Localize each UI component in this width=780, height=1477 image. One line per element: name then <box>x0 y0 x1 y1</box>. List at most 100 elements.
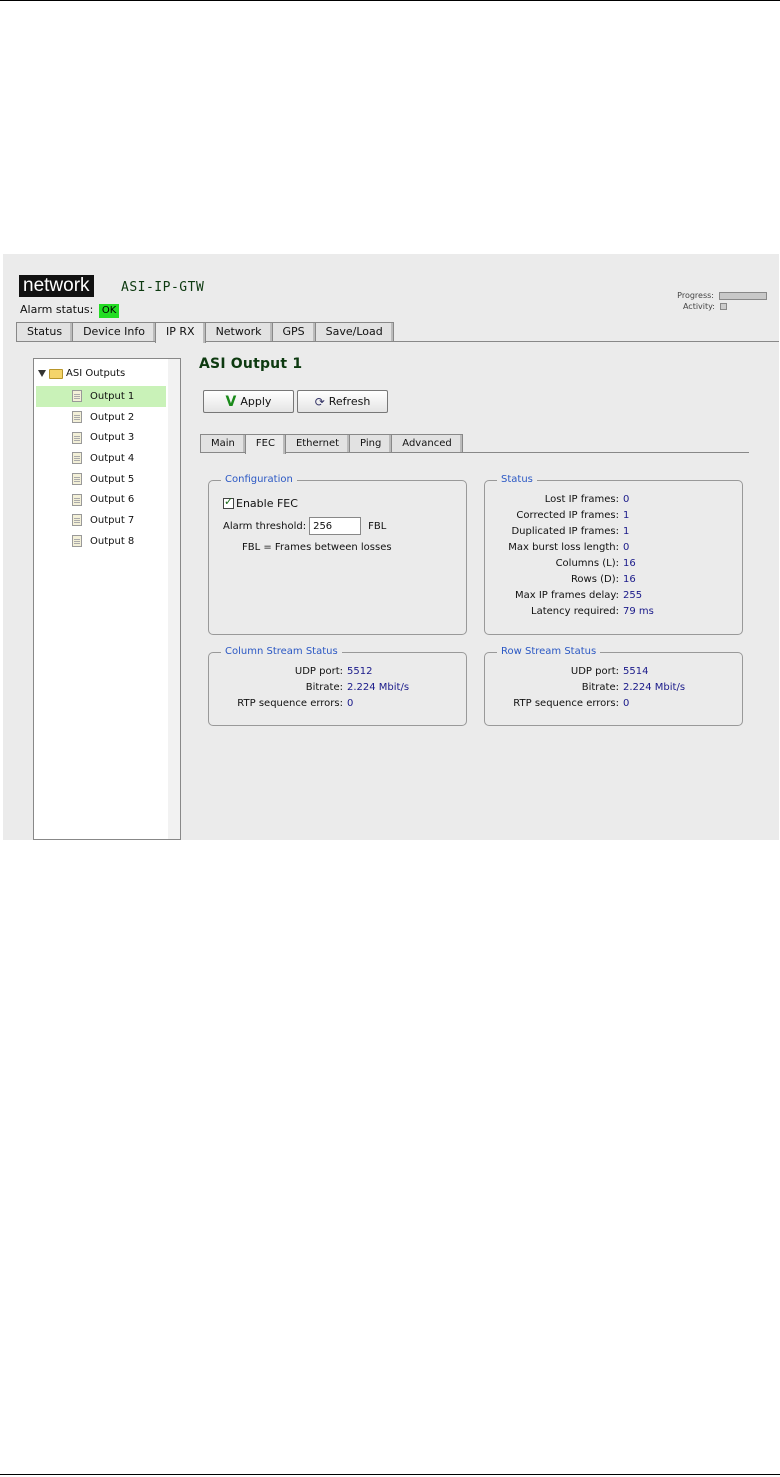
page-title: ASI Output 1 <box>199 356 303 372</box>
alarm-status: Alarm status: OK <box>20 303 120 318</box>
tree-item-label: Output 5 <box>90 473 135 485</box>
enable-fec-checkbox[interactable] <box>223 495 234 509</box>
alarm-threshold-label: Alarm threshold: <box>223 520 307 532</box>
column-stream-row: Bitrate: 2.224 Mbit/s <box>209 682 409 693</box>
column-stream-title: Column Stream Status <box>221 646 342 657</box>
status-title: Status <box>497 474 537 485</box>
tree-item-label: Output 2 <box>90 411 135 423</box>
enable-fec-label: Enable FEC <box>236 497 298 510</box>
tree-scrollbar[interactable] <box>168 358 181 840</box>
status-label: Duplicated IP frames: <box>511 526 619 537</box>
status-row: Max IP frames delay: 255 <box>485 590 642 601</box>
tree-root-label: ASI Outputs <box>66 368 126 379</box>
row-stream-row: Bitrate: 2.224 Mbit/s <box>485 682 685 693</box>
document-icon <box>72 535 82 548</box>
status-label: Max IP frames delay: <box>514 590 619 601</box>
status-row: Corrected IP frames: 1 <box>485 510 629 521</box>
tree-item-output-3[interactable]: Output 3 <box>36 427 166 448</box>
column-stream-value: 5512 <box>347 666 373 677</box>
row-stream-value: 5514 <box>623 666 649 677</box>
document-icon <box>72 390 82 403</box>
progress-bar <box>719 291 767 300</box>
column-stream-row: UDP port: 5512 <box>209 666 373 677</box>
status-value: 0 <box>623 494 630 505</box>
tab-save-load[interactable]: Save/Load <box>314 322 394 341</box>
subtab-ethernet[interactable]: Ethernet <box>284 434 351 452</box>
row-stream-value: 0 <box>623 698 630 709</box>
tree-item-label: Output 8 <box>90 535 135 547</box>
tab-device-info[interactable]: Device Info <box>72 322 156 341</box>
status-label: Corrected IP frames: <box>516 510 619 521</box>
row-stream-label: UDP port: <box>570 666 619 677</box>
activity-led <box>720 303 727 310</box>
column-stream-label: Bitrate: <box>305 682 343 693</box>
document-icon <box>72 514 82 527</box>
tree-item-output-5[interactable]: Output 5 <box>36 469 166 490</box>
status-label: Latency required: <box>531 606 619 617</box>
document-icon <box>72 493 82 506</box>
tree-item-label: Output 6 <box>90 494 135 506</box>
status-label: Max burst loss length: <box>508 542 619 553</box>
subtab-advanced[interactable]: Advanced <box>391 434 463 452</box>
activity-label: Activity: <box>682 302 715 311</box>
activity-indicator: Activity: <box>677 301 767 312</box>
tree-item-output-8[interactable]: Output 8 <box>36 531 166 552</box>
tree-item-label: Output 1 <box>90 390 135 402</box>
tree-item-output-4[interactable]: Output 4 <box>36 448 166 469</box>
device-name: ASI-IP-GTW <box>121 280 205 295</box>
sub-tabs: Main FEC Ethernet Ping Advanced <box>200 434 749 454</box>
tab-gps[interactable]: GPS <box>271 322 316 341</box>
tree-item-output-1[interactable]: Output 1 <box>36 386 166 407</box>
document-icon <box>72 411 82 424</box>
page-bottom-rule <box>0 1474 780 1475</box>
expand-triangle-icon[interactable] <box>38 370 46 377</box>
apply-button-label: Apply <box>240 395 272 408</box>
column-stream-label: RTP sequence errors: <box>237 698 343 709</box>
column-stream-label: UDP port: <box>294 666 343 677</box>
status-row: Latency required: 79 ms <box>485 606 654 617</box>
document-icon <box>72 473 82 486</box>
column-stream-group: Column Stream Status UDP port: 5512 Bitra… <box>208 646 467 726</box>
subtab-main[interactable]: Main <box>200 434 246 452</box>
status-value: 79 ms <box>623 606 654 617</box>
tree-items: Output 1 Output 2 Output 3 Output 4 Outp… <box>36 386 166 552</box>
refresh-button-label: Refresh <box>328 395 371 408</box>
status-row: Max burst loss length: 0 <box>485 542 629 553</box>
tab-ip-rx[interactable]: IP RX <box>155 322 206 343</box>
alarm-threshold-input[interactable]: 256 <box>309 517 362 535</box>
status-row: Columns (L): 16 <box>485 558 636 569</box>
app-window: network ASI-IP-GTW Alarm status: OK Prog… <box>3 254 779 840</box>
tree-item-output-2[interactable]: Output 2 <box>36 407 166 428</box>
column-stream-value: 0 <box>347 698 354 709</box>
refresh-button[interactable]: ⟳ Refresh <box>297 390 388 413</box>
status-label: Columns (L): <box>555 558 619 569</box>
status-value: 255 <box>623 590 643 601</box>
enable-fec-row: Enable FEC <box>223 495 298 510</box>
configuration-title: Configuration <box>221 474 297 485</box>
document-icon <box>72 452 82 465</box>
tree-item-output-7[interactable]: Output 7 <box>36 510 166 531</box>
tree-root-asi-outputs[interactable]: ASI Outputs <box>38 368 125 379</box>
row-stream-label: Bitrate: <box>581 682 619 693</box>
progress-indicator: Progress: <box>677 290 767 301</box>
tree-item-label: Output 7 <box>90 514 135 526</box>
tab-status[interactable]: Status <box>16 322 74 341</box>
subtab-fec[interactable]: FEC <box>244 434 286 454</box>
tree-item-output-6[interactable]: Output 6 <box>36 489 166 510</box>
column-stream-row: RTP sequence errors: 0 <box>209 698 353 709</box>
status-label: Rows (D): <box>570 574 619 585</box>
tree-item-label: Output 3 <box>90 432 135 444</box>
tree-item-label: Output 4 <box>90 452 135 464</box>
column-stream-value: 2.224 Mbit/s <box>347 682 410 693</box>
apply-button[interactable]: V Apply <box>203 390 294 413</box>
row-stream-row: UDP port: 5514 <box>485 666 649 677</box>
alarm-status-badge: OK <box>98 304 120 318</box>
subtab-ping[interactable]: Ping <box>349 434 393 452</box>
row-stream-row: RTP sequence errors: 0 <box>485 698 629 709</box>
row-stream-title: Row Stream Status <box>497 646 601 657</box>
network-logo: network <box>19 275 94 297</box>
alarm-threshold-row: Alarm threshold: 256 FBL <box>223 517 386 535</box>
document-icon <box>72 431 82 444</box>
checkmark-icon: V <box>225 393 237 410</box>
tab-network[interactable]: Network <box>204 322 273 341</box>
